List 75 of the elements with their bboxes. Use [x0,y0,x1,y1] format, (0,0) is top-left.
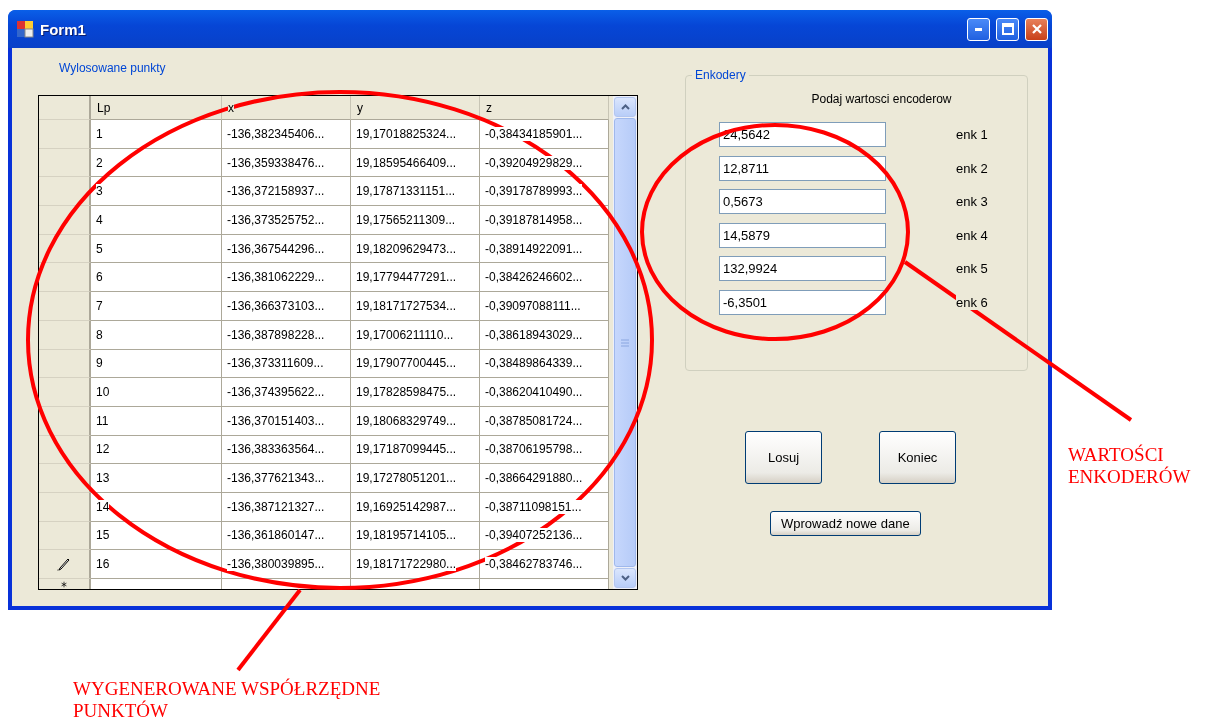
table-cell: -136,381062229... [227,270,325,285]
table-cell: 19,18171727534... [356,298,457,313]
table-cell: 19,17828598475... [356,385,457,400]
table-cell: -136,377621343... [227,471,325,486]
field-label: enk 3 [956,194,988,209]
table-cell: -0,38426246602... [485,270,583,285]
table-cell: 8 [96,327,103,342]
draw-button[interactable]: Losuj [745,431,822,484]
table-cell: -0,38706195798... [485,442,583,457]
table-cell: -136,373525752... [227,212,325,227]
table-cell: -0,38489864339... [485,356,583,371]
table-cell: -136,382345406... [227,126,325,141]
annotation-text: WARTOŚCI ENKODERÓW [1068,444,1192,488]
table-cell: -0,39187814958... [485,212,583,227]
table-cell: -136,370151403... [227,413,325,428]
table-cell: 19,17018825324... [356,126,457,141]
table-cell: -0,39097088111... [485,298,581,313]
table-cell: -136,374395622... [227,385,325,400]
field-label: enk 6 [956,294,988,310]
table-cell: -136,387898228... [227,327,325,342]
input-field[interactable]: 14,5879 [719,222,886,248]
table-cell: -136,366373103... [227,298,325,313]
table-cell: 2 [96,155,103,170]
table-cell: 19,17871331151... [356,184,456,199]
table-cell: -136,367544296... [227,241,325,256]
table-cell: -136,387121327... [227,499,325,514]
table-cell: 14 [96,499,110,514]
table-cell: -0,38664291880... [485,471,583,486]
table-cell: 19,17794477291... [356,270,457,285]
table-cell: -0,39178789993... [485,184,583,199]
input-field[interactable]: 132,9924 [719,256,886,281]
table-cell: 19,17907700445... [356,356,457,371]
table-cell: -0,38462783746... [485,557,583,572]
table-cell: -0,39204929829... [485,155,583,170]
exit-button[interactable]: Koniec [879,431,956,484]
input-field[interactable]: 12,8711 [719,155,886,181]
table-cell: -0,38711098151... [485,499,582,514]
table-cell: 19,17565211309... [356,212,456,227]
table-cell: 19,18209629473... [356,241,457,256]
table-cell: 19,16925142987... [356,499,457,514]
table-cell: -0,38618943029... [485,327,583,342]
table-cell: 4 [96,212,103,227]
table-cell: 5 [96,241,103,256]
table-cell: 19,18068329749... [356,413,457,428]
new-data-button[interactable]: Wprowadź nowe dane [770,511,921,536]
group-title: Enkodery [694,68,747,82]
table-cell: -0,39407252136... [485,528,583,543]
table-cell: 19,18171722980... [356,557,457,572]
field-label: enk 5 [956,261,988,276]
table-cell: 11 [96,413,109,428]
table-cell: -0,38914922091... [485,241,583,256]
window-title: Form1 [40,20,87,38]
input-field[interactable]: 0,5673 [719,189,886,214]
table-cell: -0,38785081724... [485,413,583,428]
table-cell: 19,17006211110... [356,327,454,342]
annotation-text: WYGENEROWANE WSPÓŁRZĘDNE PUNKTÓW [73,678,382,722]
table-cell: -0,38620410490... [485,385,583,400]
field-label: enk 1 [956,127,988,142]
table-cell: -0,38434185901... [485,126,583,141]
table-cell: 19,18195714105... [356,528,457,543]
table-cell: -136,380039895... [227,557,325,572]
table-cell: -136,373311609... [227,356,324,371]
table-cell: 19,17278051201... [356,471,457,486]
grid-label: Wylosowane punkty [59,61,167,77]
table-cell: -136,372158937... [227,184,325,199]
input-field[interactable]: -6,3501 [719,289,886,315]
table-cell: 7 [96,298,103,313]
encoder-prompt: Podaj wartosci encoderow [811,92,952,106]
table-cell: -136,361860147... [227,528,325,543]
table-cell: 19,17187099445... [356,442,457,457]
table-cell: 1 [96,126,103,141]
table-cell: 19,18595466409... [356,155,457,170]
table-cell: -136,383363564... [227,442,325,457]
table-cell: -136,359338476... [227,155,325,170]
column-header[interactable]: Lp [97,100,111,115]
